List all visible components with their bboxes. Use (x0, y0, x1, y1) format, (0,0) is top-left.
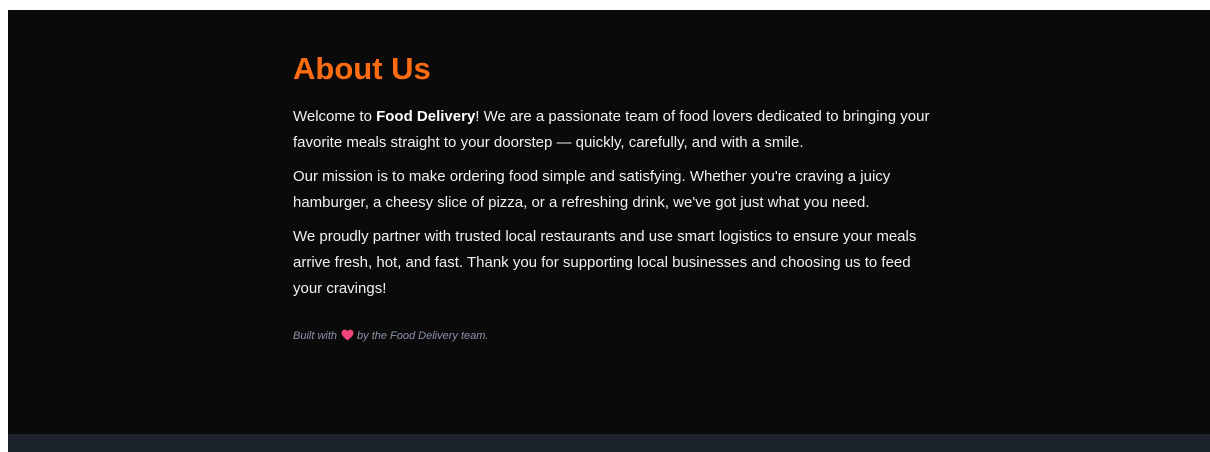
intro-paragraph: Welcome to Food Delivery! We are a passi… (293, 104, 943, 156)
credit-text-start: Built with (293, 330, 338, 342)
heart-icon (341, 329, 354, 345)
partners-paragraph: We proudly partner with trusted local re… (293, 228, 917, 297)
mission-paragraph: Our mission is to make ordering food sim… (293, 168, 891, 211)
about-title: About Us (293, 51, 431, 86)
about-content: About Us Welcome to Food Delivery! We ar… (293, 50, 943, 345)
about-section: About Us Welcome to Food Delivery! We ar… (8, 10, 1210, 434)
credit-line: Built with by the Food Delivery team. (293, 329, 943, 345)
brand-name: Food Delivery (376, 108, 476, 125)
intro-text-start: Welcome to (293, 108, 377, 125)
page-frame: About Us Welcome to Food Delivery! We ar… (8, 10, 1210, 452)
credit-text-end: by the Food Delivery team. (357, 330, 489, 342)
